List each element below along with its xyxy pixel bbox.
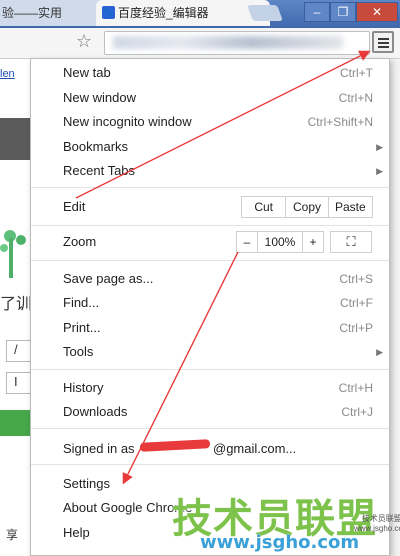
annotation-arrow [75,50,371,199]
watermark-url: www.jsgho.com [200,532,360,553]
annotation-arrows [75,50,371,485]
watermark-logo: 技术员联盟 www.jsgho.com [354,514,400,533]
annotation-arrow [122,251,239,485]
watermark: 技术员联盟 www.jsgho.com 技术员联盟 www.jsgho.com [168,486,400,556]
